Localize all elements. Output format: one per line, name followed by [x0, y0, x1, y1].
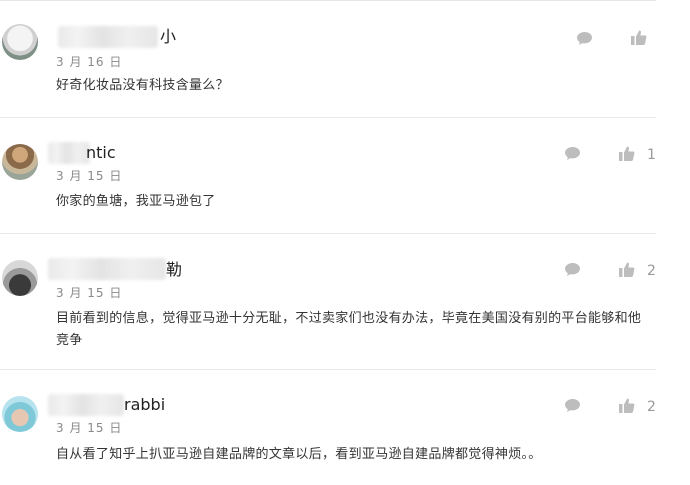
like-count: 2 [647, 263, 656, 279]
like-count: 1 [647, 147, 656, 163]
comment-date: 3 月 15 日 [56, 286, 123, 300]
avatar[interactable] [2, 144, 38, 180]
comment-date: 3 月 15 日 [56, 421, 123, 435]
avatar[interactable] [2, 24, 38, 60]
thumbs-up-icon[interactable] [618, 397, 635, 414]
username-suffix[interactable]: 小 [160, 27, 176, 47]
blurred-username[interactable] [48, 258, 166, 280]
comment-bubble-icon[interactable] [576, 31, 593, 46]
comment-text: 你家的鱼塘，我亚马逊包了 [56, 194, 216, 209]
blurred-username[interactable] [48, 394, 124, 416]
comment-text: 目前看到的信息，觉得亚马逊十分无耻，不过卖家们也没有办法，毕竟在美国没有别的平台… [56, 311, 642, 348]
comment-item: ntic 3 月 15 日 你家的鱼塘，我亚马逊包了 1 [0, 118, 690, 234]
comment-date: 3 月 16 日 [56, 55, 123, 69]
blurred-username[interactable] [48, 142, 90, 164]
username-suffix[interactable]: rabbi [124, 395, 165, 415]
comment-item: 小 3 月 16 日 好奇化妆品没有科技含量么？ [0, 0, 690, 118]
like-count: 2 [647, 399, 656, 415]
comment-text: 好奇化妆品没有科技含量么？ [56, 78, 229, 93]
comment-bubble-icon[interactable] [564, 146, 581, 161]
avatar[interactable] [2, 396, 38, 432]
comment-date: 3 月 15 日 [56, 169, 123, 183]
avatar[interactable] [2, 260, 38, 296]
comment-item: rabbi 3 月 15 日 自从看了知乎上扒亚马逊自建品牌的文章以后，看到亚马… [0, 370, 690, 485]
thumbs-up-icon[interactable] [630, 29, 647, 46]
comment-bubble-icon[interactable] [564, 262, 581, 277]
comment-bubble-icon[interactable] [564, 398, 581, 413]
username-suffix[interactable]: ntic [86, 143, 116, 163]
comment-text: 自从看了知乎上扒亚马逊自建品牌的文章以后，看到亚马逊自建品牌都觉得神烦。。 [56, 447, 542, 462]
username-suffix[interactable]: 勒 [166, 260, 182, 280]
comment-item: 勒 3 月 15 日 目前看到的信息，觉得亚马逊十分无耻，不过卖家们也没有办法，… [0, 234, 690, 370]
thumbs-up-icon[interactable] [618, 261, 635, 278]
blurred-username[interactable] [58, 26, 158, 48]
thumbs-up-icon[interactable] [618, 145, 635, 162]
